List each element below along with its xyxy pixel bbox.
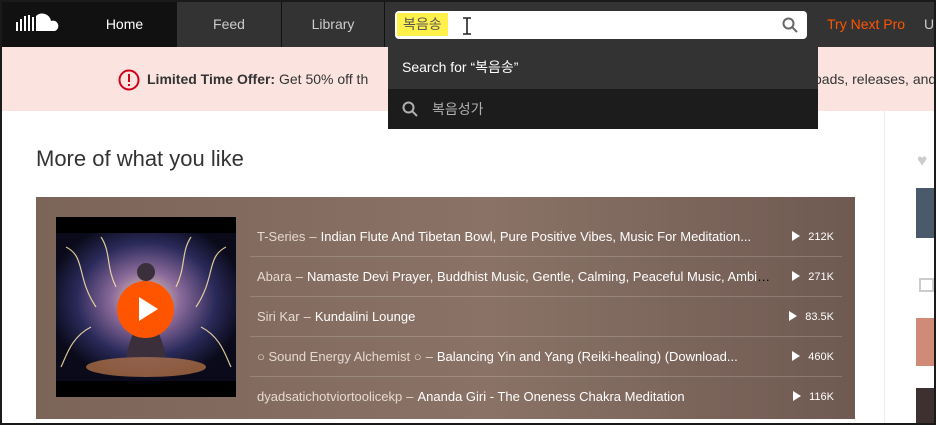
app-window: Home Feed Library 복음송 Try Next Pro U Lim… xyxy=(2,2,934,423)
track-title[interactable]: Indian Flute And Tibetan Bowl, Pure Posi… xyxy=(321,229,751,244)
play-count: 83.5K xyxy=(789,297,834,337)
track-artist[interactable]: ○ Sound Energy Alchemist ○ xyxy=(257,349,422,364)
try-next-pro-link[interactable]: Try Next Pro xyxy=(827,2,905,47)
offer-body: Get 50% off th xyxy=(278,71,369,87)
alert-icon xyxy=(118,69,140,91)
calendar-icon xyxy=(919,278,934,292)
offer-label: Limited Time Offer: xyxy=(147,71,276,87)
upload-link[interactable]: U xyxy=(924,2,934,47)
search-suggestion-label: 복음성가 xyxy=(432,101,484,117)
track-title[interactable]: Balancing Yin and Yang (Reiki-healing) (… xyxy=(437,349,738,364)
track-row[interactable]: Siri Kar – Kundalini Lounge 83.5K xyxy=(250,297,842,337)
track-title[interactable]: Namaste Devi Prayer, Buddhist Music, Gen… xyxy=(307,269,777,284)
track-row[interactable]: Abara – Namaste Devi Prayer, Buddhist Musi… xyxy=(250,257,842,297)
search-input-value: 복음송 xyxy=(397,13,448,36)
soundcloud-logo[interactable] xyxy=(2,2,73,47)
heart-icon: ♥ xyxy=(917,151,928,170)
search-input[interactable]: 복음송 xyxy=(395,11,807,39)
play-count: 460K xyxy=(792,337,834,377)
play-count: 271K xyxy=(792,257,834,297)
offer-text-right: oads, releases, and xyxy=(814,71,934,87)
track-artist[interactable]: T-Series xyxy=(257,229,305,244)
text-cursor-icon xyxy=(463,17,471,35)
playlist-card: T-Series – Indian Flute And Tibetan Bowl, … xyxy=(36,197,855,419)
sidebar-thumbnail[interactable] xyxy=(916,318,934,366)
track-title[interactable]: Kundalini Lounge xyxy=(315,309,415,324)
play-button[interactable] xyxy=(117,281,174,338)
play-count: 212K xyxy=(792,217,834,257)
nav-home[interactable]: Home xyxy=(73,2,177,47)
track-row[interactable]: ○ Sound Energy Alchemist ○ – Balancing Yin… xyxy=(250,337,842,377)
section-title: More of what you like xyxy=(36,146,244,171)
track-row[interactable]: T-Series – Indian Flute And Tibetan Bowl, … xyxy=(250,217,842,257)
offer-text: Limited Time Offer: Get 50% off th xyxy=(147,71,368,87)
track-title[interactable]: Ananda Giri - The Oneness Chakra Meditat… xyxy=(417,389,684,404)
top-header: Home Feed Library 복음송 Try Next Pro U xyxy=(2,2,934,47)
sidebar-thumbnail[interactable] xyxy=(916,188,934,238)
search-for-option[interactable]: Search for “복음송” xyxy=(388,47,818,88)
track-artist[interactable]: dyadsatichotviortoolicekp xyxy=(257,389,402,404)
nav-feed[interactable]: Feed xyxy=(177,2,282,47)
track-artist[interactable]: Siri Kar xyxy=(257,309,300,324)
search-button[interactable] xyxy=(773,11,807,39)
sidebar-thumbnail[interactable] xyxy=(916,388,934,423)
playlist-artwork[interactable] xyxy=(56,217,236,397)
nav-library[interactable]: Library xyxy=(282,2,385,47)
search-icon xyxy=(782,17,798,33)
play-count: 116K xyxy=(793,377,834,417)
track-row[interactable]: dyadsatichotviortoolicekp – Ananda Giri - … xyxy=(250,377,842,417)
sidebar-divider xyxy=(884,111,885,423)
search-icon xyxy=(402,101,418,117)
search-suggestion[interactable]: 복음성가 xyxy=(388,89,818,129)
search-dropdown: Search for “복음송” 복음성가 xyxy=(388,47,818,129)
track-artist[interactable]: Abara xyxy=(257,269,292,284)
